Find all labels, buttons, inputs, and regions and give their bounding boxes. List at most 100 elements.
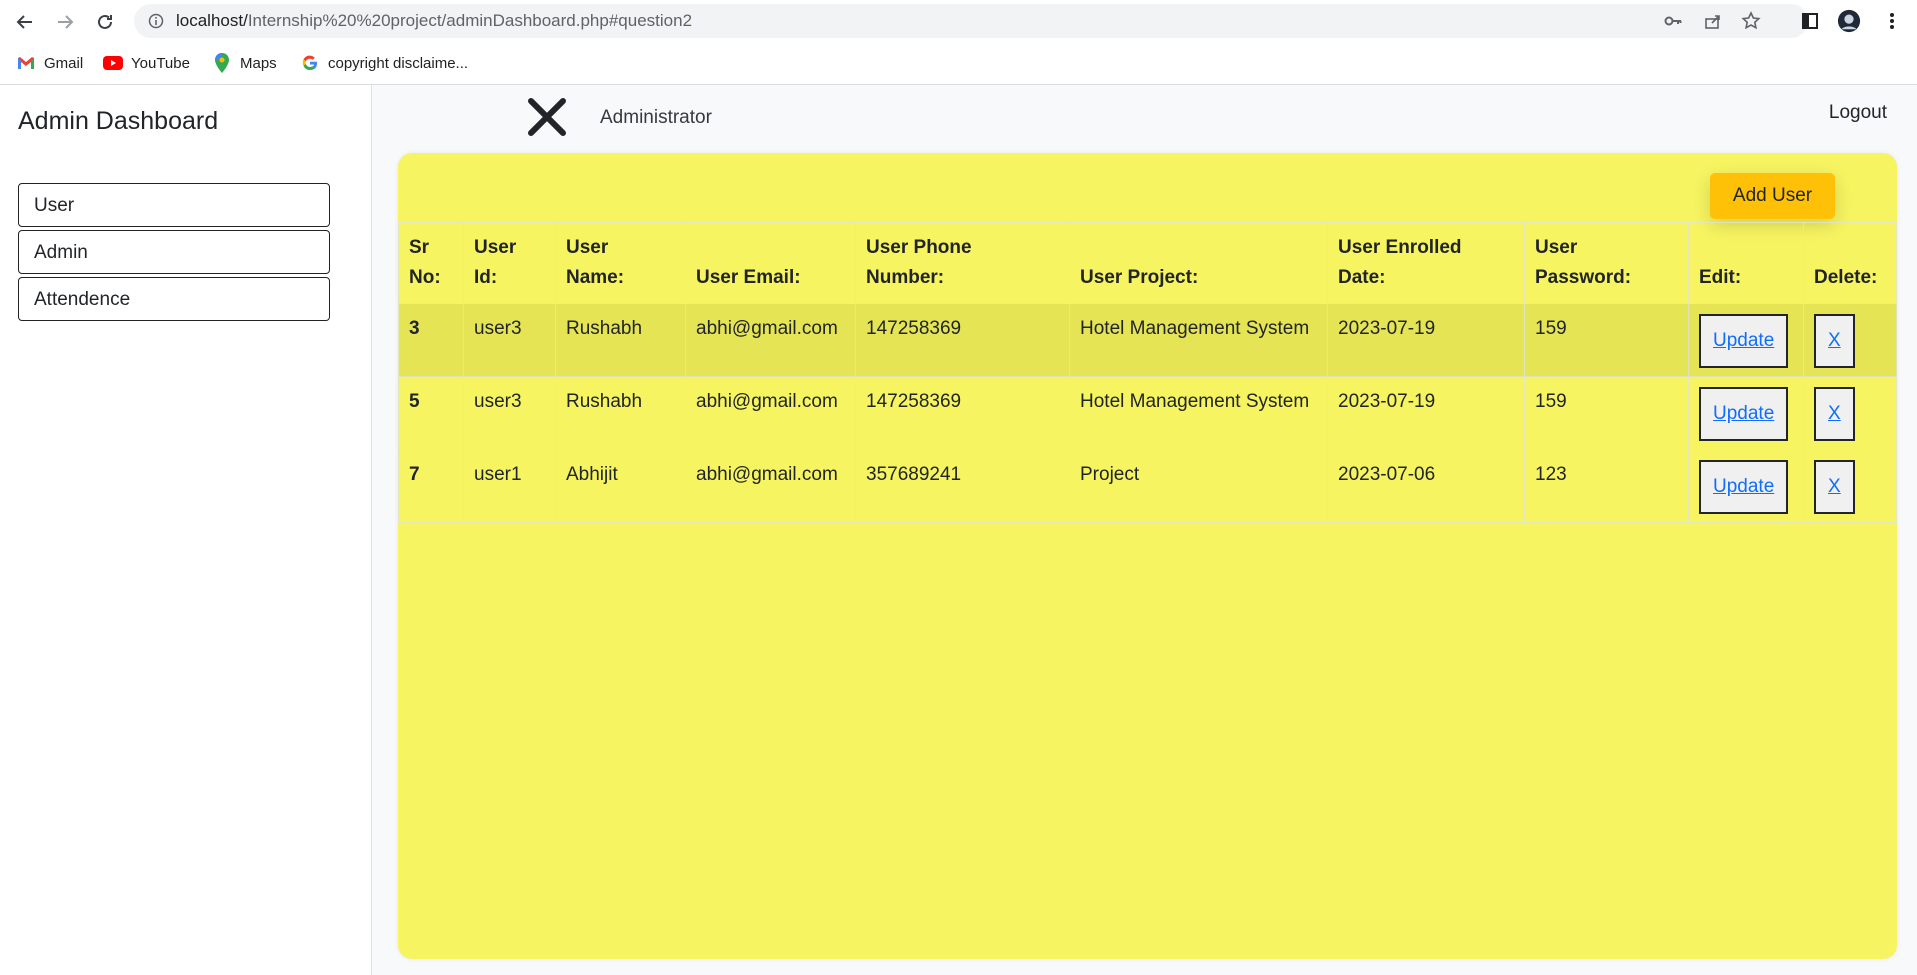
- cell-user-id: user1: [463, 449, 556, 523]
- col-header-line1: User Enrolled: [1338, 237, 1462, 258]
- cell-user-phone: 147258369: [855, 303, 1070, 377]
- url-path: Internship%20%20project/adminDashboard.p…: [247, 11, 693, 30]
- address-bar[interactable]: localhost/Internship%20%20project/adminD…: [134, 4, 1808, 38]
- col-user-id: User Id:: [463, 222, 556, 304]
- cell-user-phone: 147258369: [855, 376, 1070, 450]
- maps-icon: [212, 53, 232, 73]
- url-host: localhost/: [176, 11, 248, 30]
- update-link[interactable]: Update: [1713, 476, 1774, 497]
- cell-user-date: 2023-07-19: [1327, 303, 1525, 377]
- cell-edit: Update: [1688, 303, 1804, 377]
- gmail-icon: [16, 53, 36, 73]
- col-edit: Edit:: [1688, 222, 1804, 304]
- reload-icon[interactable]: [92, 9, 118, 35]
- col-header-line2: Name:: [566, 267, 625, 288]
- table-row: 7 user1 Abhijit abhi@gmail.com 357689241…: [398, 449, 1897, 523]
- bookmark-youtube[interactable]: YouTube: [103, 52, 190, 74]
- bookmark-label: Maps: [240, 54, 277, 72]
- table-row: 5 user3 Rushabh abhi@gmail.com 147258369…: [398, 376, 1897, 450]
- back-icon[interactable]: [12, 9, 38, 35]
- url-text: localhost/Internship%20%20project/adminD…: [176, 4, 692, 38]
- profile-avatar-icon[interactable]: [1837, 9, 1861, 33]
- update-button[interactable]: Update: [1699, 314, 1789, 368]
- star-icon[interactable]: [1741, 11, 1761, 31]
- site-info-icon[interactable]: [146, 11, 166, 31]
- table-header-row: Sr No: User Id: User Name: User Email: User…: [398, 222, 1897, 304]
- cell-sr-no: 5: [398, 376, 464, 450]
- col-header-line1: Sr: [409, 237, 430, 258]
- cell-edit: Update: [1688, 449, 1804, 523]
- col-header-line1: User: [474, 237, 517, 258]
- update-link[interactable]: Update: [1713, 403, 1774, 424]
- sidebar-item-admin[interactable]: Admin: [18, 230, 330, 274]
- browser-toolbar: localhost/Internship%20%20project/adminD…: [0, 0, 1917, 42]
- col-header-line2: Date:: [1338, 267, 1386, 288]
- col-delete: Delete:: [1803, 222, 1897, 304]
- col-header-line1: User: [566, 237, 609, 258]
- side-panel-icon[interactable]: [1798, 9, 1822, 33]
- cell-user-name: Rushabh: [555, 303, 686, 377]
- col-user-phone: User Phone Number:: [855, 222, 1070, 304]
- bookmark-gmail[interactable]: Gmail: [16, 52, 83, 74]
- cell-user-name: Rushabh: [555, 376, 686, 450]
- sidebar: Admin Dashboard User Admin Attendence: [0, 85, 372, 975]
- cell-user-email: abhi@gmail.com: [685, 303, 856, 377]
- cell-user-email: abhi@gmail.com: [685, 449, 856, 523]
- key-icon[interactable]: [1663, 11, 1683, 31]
- col-header-line1: User Phone: [866, 237, 972, 258]
- delete-link[interactable]: X: [1828, 476, 1841, 497]
- col-header-line1: User: [1535, 237, 1578, 258]
- col-header-line2: No:: [409, 267, 441, 288]
- cell-user-id: user3: [463, 303, 556, 377]
- cell-delete: X: [1803, 449, 1897, 523]
- cell-user-date: 2023-07-19: [1327, 376, 1525, 450]
- menu-dots-icon[interactable]: [1880, 9, 1904, 33]
- col-header-line2: Edit:: [1699, 267, 1742, 288]
- bookmark-label: copyright disclaime...: [328, 54, 469, 72]
- cell-delete: X: [1803, 303, 1897, 377]
- role-label: Administrator: [600, 107, 712, 128]
- col-header-line2: Password:: [1535, 267, 1632, 288]
- cell-user-id: user3: [463, 376, 556, 450]
- users-table: Sr No: User Id: User Name: User Email: User…: [398, 222, 1897, 523]
- col-header-line2: Id:: [474, 267, 498, 288]
- google-icon: [300, 53, 320, 73]
- cell-user-date: 2023-07-06: [1327, 449, 1525, 523]
- delete-button[interactable]: X: [1814, 387, 1855, 441]
- cell-sr-no: 3: [398, 303, 464, 377]
- col-user-name: User Name:: [555, 222, 686, 304]
- cell-user-project: Hotel Management System: [1069, 376, 1328, 450]
- cell-sr-no: 7: [398, 449, 464, 523]
- col-user-password: User Password:: [1524, 222, 1689, 304]
- bookmark-maps[interactable]: Maps: [212, 52, 277, 74]
- bookmark-label: YouTube: [131, 54, 190, 72]
- cell-user-project: Hotel Management System: [1069, 303, 1328, 377]
- sidebar-item-user[interactable]: User: [18, 183, 330, 227]
- cell-user-password: 159: [1524, 376, 1689, 450]
- bookmark-copyright[interactable]: copyright disclaime...: [300, 52, 468, 74]
- share-icon[interactable]: [1703, 11, 1723, 31]
- col-user-enrolled-date: User Enrolled Date:: [1327, 222, 1525, 304]
- col-sr-no: Sr No:: [398, 222, 464, 304]
- update-button[interactable]: Update: [1699, 460, 1789, 514]
- delete-button[interactable]: X: [1814, 314, 1855, 368]
- delete-link[interactable]: X: [1828, 330, 1841, 351]
- col-header-line2: User Project:: [1080, 267, 1199, 288]
- cell-user-phone: 357689241: [855, 449, 1070, 523]
- update-link[interactable]: Update: [1713, 330, 1774, 351]
- delete-link[interactable]: X: [1828, 403, 1841, 424]
- cell-edit: Update: [1688, 376, 1804, 450]
- add-user-button[interactable]: Add User: [1710, 173, 1835, 219]
- cell-user-password: 123: [1524, 449, 1689, 523]
- forward-icon[interactable]: [52, 9, 78, 35]
- cell-user-project: Project: [1069, 449, 1328, 523]
- update-button[interactable]: Update: [1699, 387, 1789, 441]
- col-user-project: User Project:: [1069, 222, 1328, 304]
- bookmark-label: Gmail: [44, 54, 84, 72]
- main-content: Administrator Logout Add User Sr No: User…: [372, 85, 1917, 975]
- close-icon[interactable]: [527, 97, 567, 137]
- delete-button[interactable]: X: [1814, 460, 1855, 514]
- cell-user-name: Abhijit: [555, 449, 686, 523]
- sidebar-item-attendence[interactable]: Attendence: [18, 277, 330, 321]
- logout-link[interactable]: Logout: [1829, 102, 1887, 124]
